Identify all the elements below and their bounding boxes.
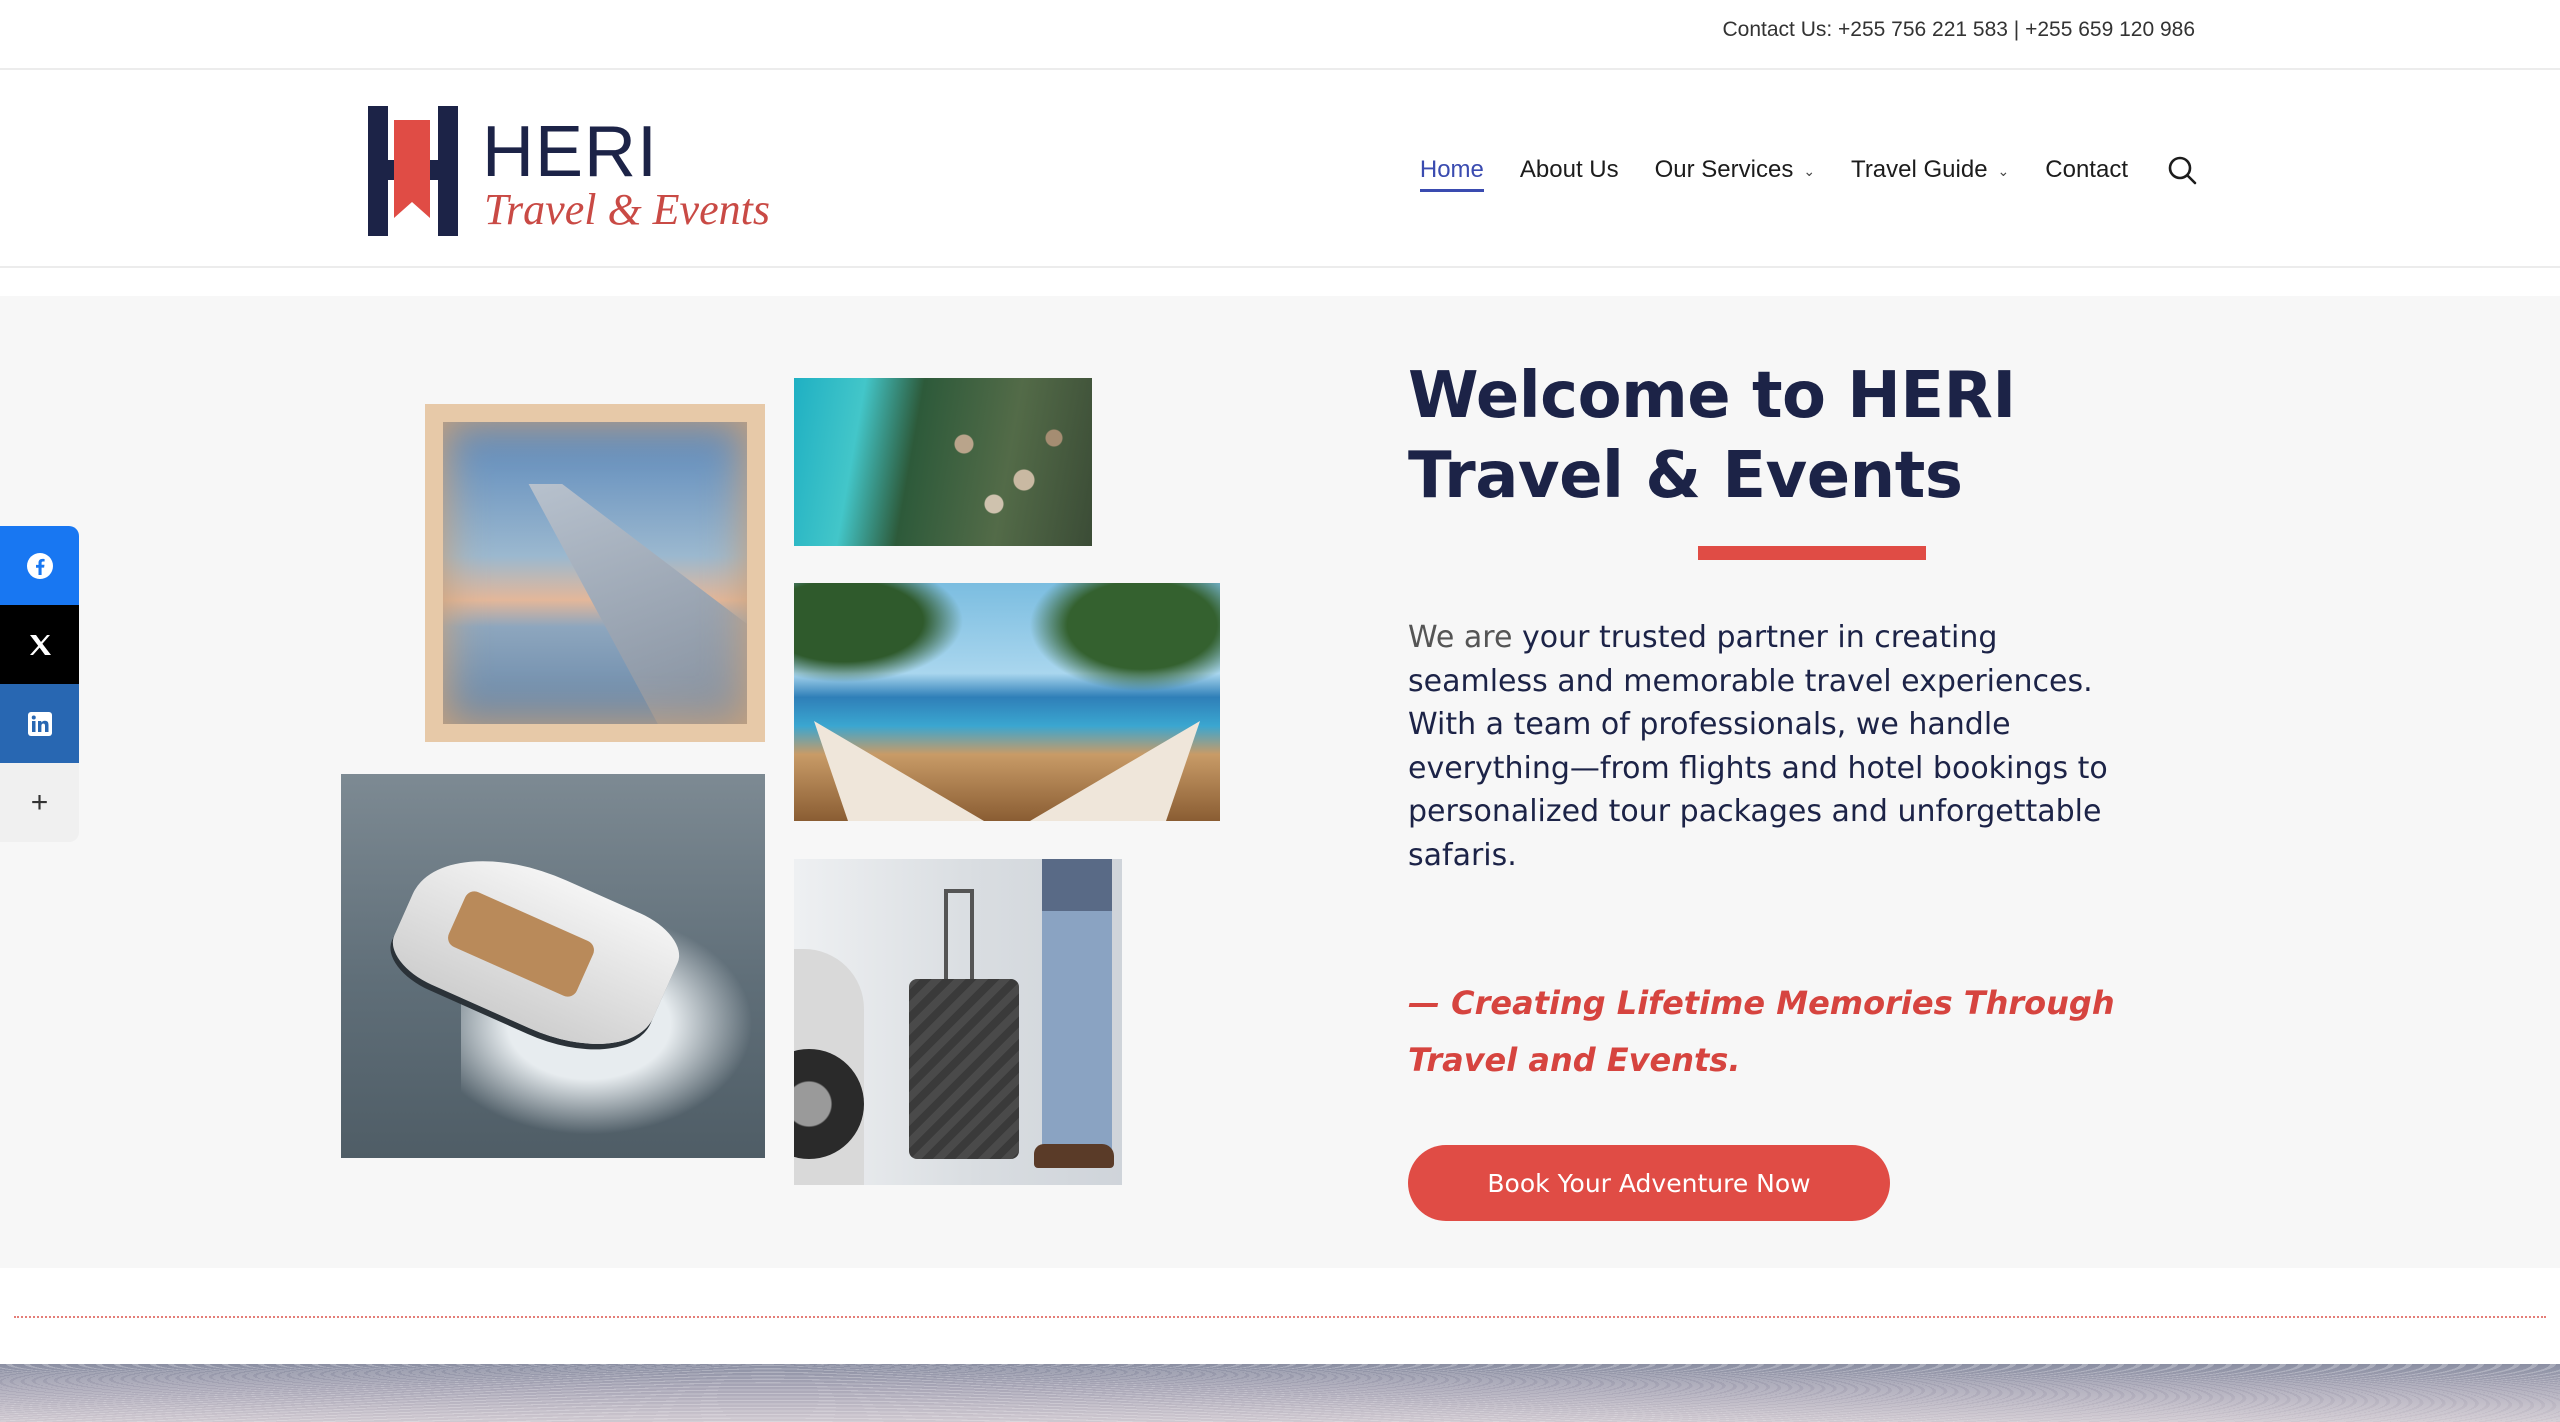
linkedin-share-button[interactable] (0, 684, 79, 763)
airplane-window-photo (425, 404, 765, 742)
chevron-down-icon: ⌄ (1997, 162, 2010, 179)
nav-services[interactable]: Our Services ⌄ (1655, 148, 1815, 192)
hero-description-lead: We are (1408, 620, 1513, 655)
hero-description: We are your trusted partner in creating … (1408, 616, 2108, 877)
island-aerial-photo (794, 378, 1092, 546)
topbar: Contact Us: +255 756 221 583 | +255 659 … (0, 0, 2560, 70)
plus-icon: + (30, 785, 49, 819)
yacht-photo (341, 774, 765, 1158)
site-header: HERI Travel & Events Home About Us Our S… (0, 70, 2560, 268)
logo-mark-icon (368, 106, 458, 236)
hero-title: Welcome to HERI Travel & Events (1408, 359, 2016, 513)
book-adventure-button[interactable]: Book Your Adventure Now (1408, 1145, 1890, 1221)
logo[interactable]: HERI Travel & Events (368, 106, 770, 236)
x-icon (29, 634, 51, 655)
nav-contact-label: Contact (2045, 156, 2128, 183)
title-underline (1698, 546, 1926, 560)
linkedin-icon (27, 711, 52, 736)
nav-home-label: Home (1419, 156, 1484, 183)
nav-home[interactable]: Home (1419, 148, 1484, 192)
hero-description-rest: your trusted partner in creating seamles… (1408, 620, 2108, 873)
main-nav: Home About Us Our Services ⌄ Travel Guide… (1419, 148, 2198, 192)
logo-tagline: Travel & Events (484, 185, 770, 234)
nav-services-label: Our Services (1654, 156, 1794, 183)
poolside-loungers-photo (794, 583, 1220, 821)
hero-quote: — Creating Lifetime Memories Through Tra… (1408, 984, 2115, 1079)
nav-travel-guide[interactable]: Travel Guide ⌄ (1851, 148, 2009, 192)
chevron-down-icon: ⌄ (1803, 162, 1816, 179)
facebook-share-button[interactable] (0, 526, 79, 605)
logo-name: HERI (482, 112, 659, 192)
search-icon[interactable] (2166, 154, 2198, 186)
contact-info: Contact Us: +255 756 221 583 | +255 659 … (1722, 18, 2196, 41)
hero-text: Welcome to HERI Travel & Events We are y… (1408, 356, 2228, 1221)
nav-travel-guide-label: Travel Guide (1851, 156, 1988, 183)
x-share-button[interactable] (0, 605, 79, 684)
social-share-bar: + (0, 526, 79, 842)
nav-about-label: About Us (1519, 156, 1619, 183)
more-share-button[interactable]: + (0, 763, 79, 842)
nav-contact[interactable]: Contact (2045, 148, 2128, 192)
suitcase-photo (794, 859, 1122, 1185)
next-section-banner-image (0, 1364, 2560, 1422)
hero-section: Welcome to HERI Travel & Events We are y… (0, 296, 2560, 1268)
facebook-icon (26, 552, 53, 579)
nav-about[interactable]: About Us (1520, 148, 1619, 192)
section-divider (14, 1316, 2546, 1318)
